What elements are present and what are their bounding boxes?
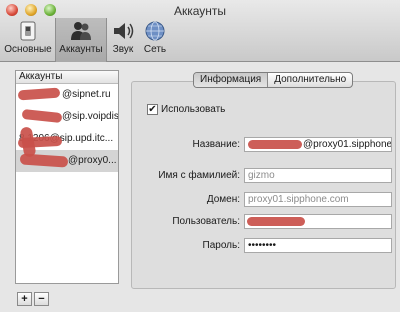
toolbar-network-label: Сеть (143, 44, 167, 55)
toolbar-sound[interactable]: Звук (108, 18, 138, 62)
accounts-list-header: Аккаунты (16, 71, 118, 84)
preferences-window: Аккаунты Основные Аккаунты Звук Сеть Акк… (0, 0, 400, 312)
details-tabs: Информация Дополнительно (193, 72, 354, 88)
tab-info[interactable]: Информация (194, 73, 269, 87)
toolbar-network[interactable]: Сеть (140, 18, 170, 62)
speaker-icon (114, 23, 134, 39)
toolbar-accounts-label: Аккаунты (59, 44, 103, 55)
domain-field[interactable]: proxy01.sipphone.com (244, 192, 392, 207)
toolbar-accounts[interactable]: Аккаунты (55, 18, 107, 62)
people-icon (71, 22, 91, 40)
fullname-field[interactable]: gizmo (244, 168, 392, 183)
account-item-1-label: @sipnet.ru (62, 89, 111, 100)
tab-extra[interactable]: Дополнительно (268, 73, 352, 87)
name-field-value: @proxy01.sipphone.c (303, 139, 392, 150)
fullname-label: Имя с фамилией: (158, 170, 240, 181)
toolbar-general[interactable]: Основные (4, 18, 52, 62)
titlebar: Аккаунты Основные Аккаунты Звук Сеть (0, 0, 400, 62)
window-title: Аккаунты (173, 4, 227, 18)
remove-account-button[interactable]: − (34, 292, 49, 306)
domain-label: Домен: (206, 194, 240, 205)
toolbar-sound-label: Звук (112, 44, 134, 55)
switch-icon (20, 21, 36, 41)
account-item-4-label: @proxy0... (68, 155, 117, 166)
toolbar-general-label: Основные (4, 44, 52, 55)
username-label: Пользователь: (172, 216, 240, 227)
globe-icon (145, 21, 165, 41)
accounts-list[interactable]: Аккаунты @sipnet.ru @sip.voipdis... 8 12… (15, 70, 119, 284)
name-label: Название: (192, 139, 240, 150)
add-account-button[interactable]: + (17, 292, 32, 306)
account-item-2-label: @sip.voipdis... (62, 111, 118, 122)
redaction-mark (248, 140, 302, 149)
use-checkbox[interactable]: ✔ (147, 104, 158, 115)
redaction-mark (247, 217, 305, 226)
password-field[interactable]: •••••••• (244, 238, 392, 253)
password-label: Пароль: (202, 240, 240, 251)
use-checkbox-label: Использовать (161, 104, 226, 115)
